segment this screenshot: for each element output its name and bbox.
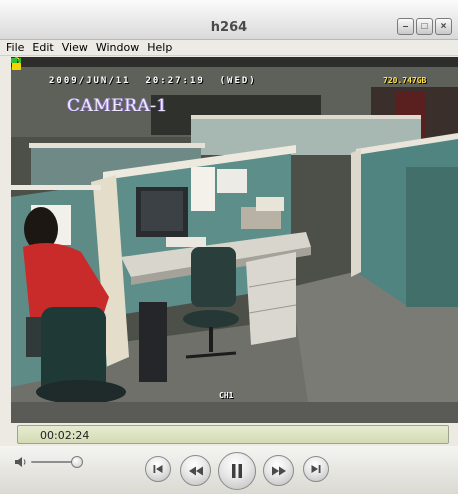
- rewind-icon: [188, 466, 203, 475]
- osd-datetime: 2009/JUN/11 20:27:19 (WED): [49, 76, 257, 86]
- menu-file[interactable]: File: [2, 41, 28, 54]
- video-frame[interactable]: 2009/JUN/11 20:27:19 (WED) 720.747GB CAM…: [11, 57, 458, 423]
- title-bar[interactable]: h264 – □ ×: [0, 0, 458, 40]
- skip-end-icon: [311, 465, 321, 473]
- menu-help[interactable]: Help: [143, 41, 176, 54]
- osd-camera-label: CAMERA-1: [67, 96, 168, 116]
- osd-channel: CH1: [219, 391, 234, 400]
- osd-disk-capacity: 720.747GB: [383, 76, 427, 85]
- close-button[interactable]: ×: [435, 18, 452, 35]
- menu-bar: File Edit View Window Help: [0, 40, 458, 56]
- pause-icon: [232, 464, 242, 478]
- maximize-button[interactable]: □: [416, 18, 433, 35]
- pause-button[interactable]: [218, 452, 256, 490]
- menu-edit[interactable]: Edit: [28, 41, 57, 54]
- menu-window[interactable]: Window: [92, 41, 143, 54]
- minimize-button[interactable]: –: [397, 18, 414, 35]
- player-window: h264 – □ × File Edit View Window Help 20…: [0, 0, 458, 494]
- skip-to-end-button[interactable]: [303, 456, 329, 482]
- volume-slider-knob[interactable]: [71, 456, 83, 468]
- volume-icon[interactable]: [14, 456, 28, 468]
- time-display-bar[interactable]: 00:02:24: [17, 425, 449, 444]
- rewind-button[interactable]: [180, 455, 211, 486]
- fast-forward-button[interactable]: [263, 455, 294, 486]
- menu-view[interactable]: View: [58, 41, 92, 54]
- window-title: h264: [210, 20, 248, 35]
- skip-start-icon: [153, 465, 163, 473]
- window-controls: – □ ×: [397, 18, 452, 35]
- volume-slider-track[interactable]: [31, 461, 76, 463]
- record-indicator-icon: [11, 57, 21, 64]
- fast-forward-icon: [271, 466, 286, 475]
- current-time: 00:02:24: [40, 429, 90, 442]
- skip-to-start-button[interactable]: [145, 456, 171, 482]
